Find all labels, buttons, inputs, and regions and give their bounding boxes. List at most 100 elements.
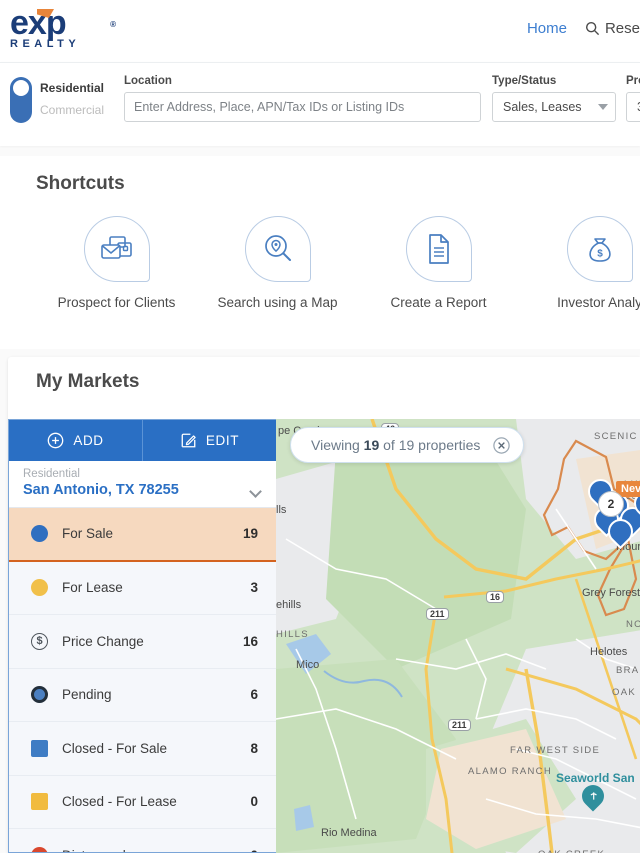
market-name-label: San Antonio, TX 78255 — [23, 482, 179, 498]
shortcuts-title: Shortcuts — [36, 173, 125, 194]
map-label: ALAMO RANCH — [468, 766, 552, 777]
search-icon — [585, 21, 600, 36]
highway-shield-icon: 211 — [448, 719, 471, 731]
map-label: BRAUN'S — [616, 665, 640, 676]
legend-marker-square-icon — [31, 793, 48, 811]
typestatus-value: Sales, Leases — [503, 100, 582, 114]
highway-shield-icon: 211 — [426, 608, 449, 620]
legend-marker-dollar-icon: $ — [31, 632, 48, 650]
market-type-label: Residential — [23, 468, 80, 480]
legend-label: Pending — [62, 687, 112, 703]
exp-realty-logo[interactable]: exp ® REALTY — [10, 6, 116, 56]
pencil-edit-icon — [181, 433, 196, 448]
legend-marker-circle-icon — [31, 579, 48, 597]
markets-legend-list: For Sale 19 For Lease 3 $ Price Change 16 Pendi… — [9, 508, 276, 852]
map-label: FAR WEST SIDE — [510, 745, 601, 756]
map-label: NO — [626, 619, 640, 630]
document-icon — [405, 216, 472, 282]
plus-circle-icon — [48, 432, 64, 449]
search-bar: Residential Commercial Location Enter Ad… — [0, 62, 640, 146]
legend-label: Distressed — [62, 848, 250, 852]
markets-map[interactable]: pe CreekllsehillsHILLSMicoRio MedinaSCEN… — [276, 419, 640, 853]
legend-row-distressed[interactable]: Distressed0 — [9, 829, 276, 852]
viewing-current-count: 19 — [363, 437, 380, 453]
shortcut-label: Search using a Map — [217, 295, 338, 310]
legend-label: Price Change — [62, 633, 144, 649]
legend-row-for-sale[interactable]: For Sale 19 — [9, 508, 276, 562]
markets-action-bar: ADD EDIT — [9, 420, 276, 461]
map-label: lls — [276, 504, 287, 516]
legend-marker-ring-icon — [31, 686, 48, 704]
legend-count: 3 — [250, 580, 258, 596]
app-root: exp ® REALTY Home Rese Residential Commer… — [0, 0, 640, 853]
legend-count: 8 — [250, 740, 258, 756]
map-label: Mico — [296, 659, 320, 671]
property-field-group: Pro 3 — [626, 75, 640, 122]
legend-label: For Lease — [62, 580, 123, 596]
shortcut-label: Create a Report — [390, 295, 487, 310]
nav-item-research[interactable]: Rese — [585, 20, 640, 37]
header-nav: Home Rese — [527, 20, 640, 37]
legend-label: Closed - For Sale — [62, 740, 168, 756]
legend-count: 19 — [242, 526, 258, 542]
shortcut-label: Prospect for Clients — [57, 295, 176, 310]
shortcut-investor-analysis[interactable]: $ Investor Analy — [519, 216, 640, 310]
map-cluster-marker[interactable]: 2 — [598, 491, 624, 517]
viewing-properties-pill: Viewing 19 of 19 properties — [290, 427, 525, 463]
legend-marker-circle-icon — [31, 525, 48, 543]
close-circle-icon[interactable] — [492, 436, 511, 455]
shortcuts-section: Shortcuts Prospect for Clients Search us… — [0, 156, 640, 349]
property-select[interactable]: 3 — [626, 92, 640, 122]
location-field-group: Location Enter Address, Place, APN/Tax I… — [124, 75, 481, 122]
legend-count: 0 — [250, 794, 258, 810]
legend-count: 16 — [242, 633, 258, 649]
legend-row-pending[interactable]: Pending 6 — [9, 668, 276, 722]
typestatus-select[interactable]: Sales, Leases — [492, 92, 616, 122]
toggle-switch[interactable] — [10, 77, 32, 123]
shortcuts-row: Prospect for Clients Search using a Map — [0, 216, 640, 310]
my-markets-section: My Markets ADD EDIT Residential San Anto… — [8, 357, 640, 853]
map-pin-search-icon — [244, 216, 311, 282]
legend-row-price-change[interactable]: $ Price Change 16 — [9, 615, 276, 669]
legend-label: For Sale — [62, 526, 114, 542]
toggle-label-residential[interactable]: Residential — [40, 81, 104, 95]
market-selector[interactable]: Residential San Antonio, TX 78255 — [9, 461, 276, 508]
property-label: Pro — [626, 75, 640, 87]
markets-sidebar: ADD EDIT Residential San Antonio, TX 782… — [8, 419, 276, 853]
edit-market-label: EDIT — [205, 433, 240, 448]
typestatus-label: Type/Status — [492, 75, 557, 87]
map-label: SCENIC OAK — [594, 431, 640, 442]
legend-row-for-lease[interactable]: For Lease 3 — [9, 561, 276, 615]
nav-research-label: Rese — [604, 20, 640, 37]
edit-market-button[interactable]: EDIT — [143, 420, 276, 461]
svg-text:$: $ — [597, 249, 603, 260]
map-label: OAK CREEK — [538, 849, 605, 853]
highway-shield-icon: 16 — [486, 591, 505, 603]
legend-marker-circle-icon — [31, 846, 48, 852]
chevron-down-icon — [598, 104, 608, 110]
shortcut-search-using-a-map[interactable]: Search using a Map — [197, 216, 358, 310]
residential-commercial-toggle[interactable]: Residential Commercial — [10, 77, 104, 123]
shortcut-prospect-for-clients[interactable]: Prospect for Clients — [36, 216, 197, 310]
map-label: HILLS — [276, 629, 309, 640]
location-label: Location — [124, 75, 172, 87]
legend-count: 0 — [250, 848, 258, 852]
shortcut-create-a-report[interactable]: Create a Report — [358, 216, 519, 310]
map-label: Helotes — [590, 646, 628, 658]
add-market-button[interactable]: ADD — [9, 420, 143, 461]
money-bag-icon: $ — [566, 216, 633, 282]
toggle-label-commercial[interactable]: Commercial — [40, 103, 104, 117]
legend-marker-square-icon — [31, 739, 48, 757]
nav-item-home[interactable]: Home — [527, 20, 567, 37]
map-label: OAK GROVE — [612, 687, 640, 698]
mail-cards-icon — [83, 216, 150, 282]
typestatus-field-group: Type/Status Sales, Leases — [492, 75, 616, 122]
toggle-knob — [13, 80, 29, 96]
legend-row-closed-for-lease[interactable]: Closed - For Lease 0 — [9, 775, 276, 829]
add-market-label: ADD — [73, 433, 104, 448]
viewing-prefix: Viewing — [311, 437, 360, 453]
map-label: Rio Medina — [321, 827, 377, 839]
legend-row-closed-for-sale[interactable]: Closed - For Sale 8 — [9, 722, 276, 776]
legend-label: Closed - For Lease — [62, 794, 177, 810]
location-input[interactable]: Enter Address, Place, APN/Tax IDs or Lis… — [124, 92, 481, 122]
